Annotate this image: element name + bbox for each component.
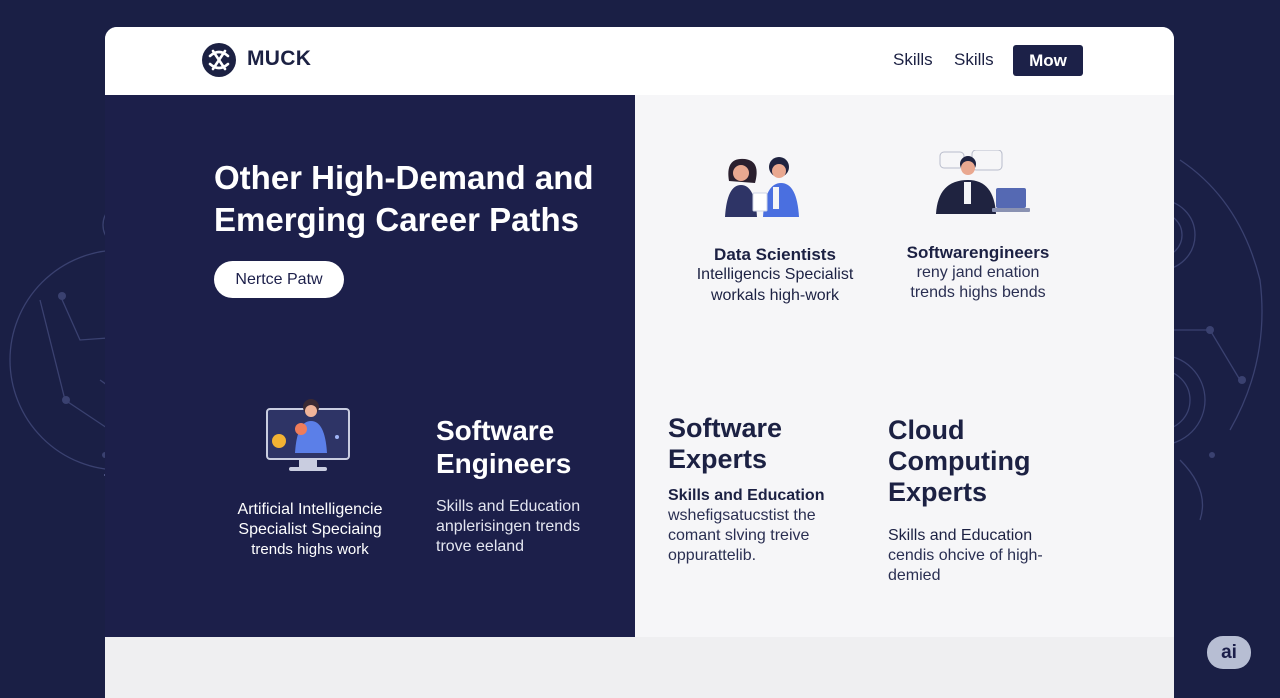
monitor-illustration xyxy=(266,399,350,471)
hero-button[interactable]: Nertce Patw xyxy=(214,261,344,298)
cloud-experts-line2: cendis ohcive of high- xyxy=(888,547,1043,564)
data-scientists-title: Data Scientists xyxy=(714,245,836,264)
software-experts-heading-1: Software xyxy=(668,413,783,443)
nav-link-skills-2[interactable]: Skills xyxy=(954,50,994,70)
nav-link-skills[interactable]: Skills xyxy=(893,50,933,70)
career-grid-panel: Data Scientists Intelligencis Specialist… xyxy=(635,95,1174,637)
software-engineers-top-line1: reny jand enation xyxy=(916,264,1040,281)
couple-illustration xyxy=(725,157,799,217)
bottom-strip xyxy=(105,637,1174,698)
software-experts-line2: comant slving treive xyxy=(668,527,810,544)
brand-name[interactable]: MUCK xyxy=(247,47,311,71)
ai-specialist-title: Artificial Intelligencie xyxy=(237,501,383,518)
software-engineers-line2: anplerisingen trends xyxy=(436,518,581,535)
software-engineers-heading-1: Software xyxy=(436,415,555,446)
ai-specialist-line2: trends highs work xyxy=(251,541,369,558)
software-engineers-line1: Skills and Education xyxy=(436,498,581,515)
cloud-experts-heading-3: Experts xyxy=(888,477,988,507)
software-engineers-top-title: Softwarengineers xyxy=(906,243,1050,262)
software-experts-line3: oppurattelib. xyxy=(668,547,757,564)
cloud-experts-line3: demied xyxy=(888,567,941,584)
software-engineers-line3: trove eeland xyxy=(436,538,525,555)
nav-cta-button[interactable]: Mow xyxy=(1013,45,1083,76)
software-experts-heading-2: Experts xyxy=(668,444,768,474)
hero-title: Other High-Demand and Emerging Career Pa… xyxy=(214,159,594,238)
hero-panel: Other High-Demand and Emerging Career Pa… xyxy=(105,95,635,637)
cloud-experts-heading-2: Computing xyxy=(888,446,1031,476)
office-worker-illustration xyxy=(936,150,1030,214)
main-card: MUCK Skills Skills Mow Other High-Demand… xyxy=(105,27,1174,698)
data-scientists-line1: Intelligencis Specialist xyxy=(696,266,854,283)
ai-specialist-line1: Specialist Speciaing xyxy=(238,521,382,538)
ai-badge[interactable]: ai xyxy=(1207,636,1251,669)
software-experts-line1: wshefigsatucstist the xyxy=(668,507,816,524)
cloud-experts-line1: Skills and Education xyxy=(888,527,1033,544)
software-engineers-top-line2: trends highs bends xyxy=(910,284,1046,301)
data-scientists-line2: workals high-work xyxy=(710,287,840,304)
cloud-experts-heading-1: Cloud xyxy=(888,415,965,445)
software-engineers-heading-2: Engineers xyxy=(436,448,572,479)
software-experts-subtitle: Skills and Education xyxy=(668,487,825,504)
top-nav: MUCK Skills Skills Mow xyxy=(105,27,1174,95)
logo-icon[interactable] xyxy=(201,42,237,78)
